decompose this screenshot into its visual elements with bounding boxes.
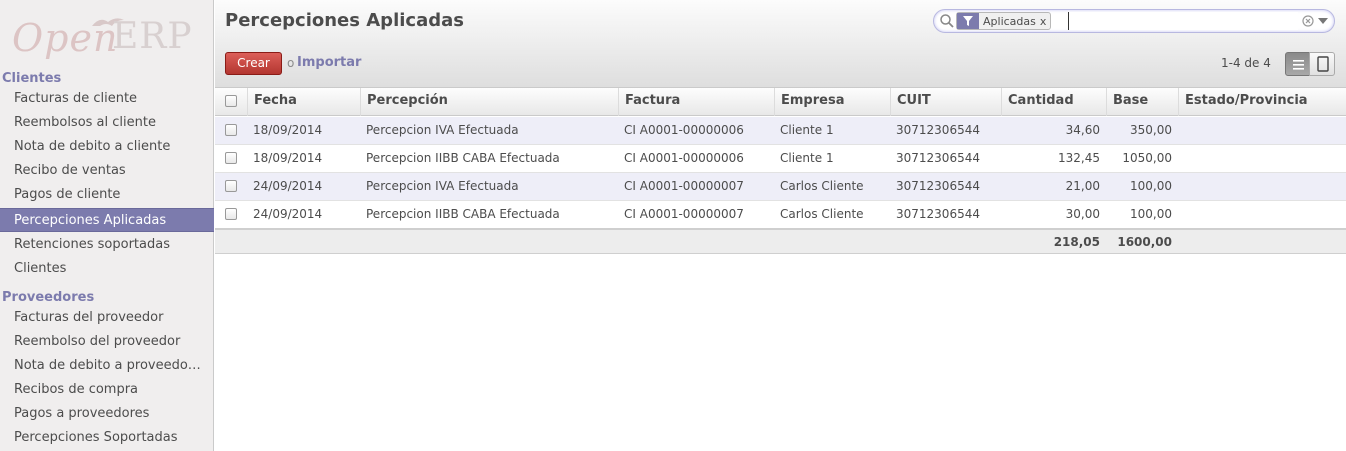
select-all-checkbox[interactable] xyxy=(225,95,237,107)
select-all-cell xyxy=(215,88,247,116)
search-input[interactable] xyxy=(1068,12,1298,30)
cell-cantidad: 30,00 xyxy=(1065,207,1100,221)
cell-factura: CI A0001-00000006 xyxy=(624,123,744,137)
cell-fecha: 18/09/2014 xyxy=(253,123,323,137)
cell-factura: CI A0001-00000007 xyxy=(624,179,744,193)
cell-empresa: Carlos Cliente xyxy=(780,179,864,193)
sidebar-item-facturas-proveedor[interactable]: Facturas del proveedor xyxy=(0,306,214,330)
clear-search-icon[interactable] xyxy=(1302,15,1314,27)
cell-percepcion: Percepcion IIBB CABA Efectuada xyxy=(366,207,560,221)
cell-percepcion: Percepcion IVA Efectuada xyxy=(366,179,519,193)
magnifier-icon[interactable] xyxy=(939,13,955,29)
column-header-cuit[interactable]: CUIT xyxy=(890,88,1001,116)
section-clientes[interactable]: Clientes xyxy=(2,71,61,86)
cell-cantidad: 34,60 xyxy=(1065,123,1100,137)
cell-percepcion: Percepcion IIBB CABA Efectuada xyxy=(366,151,560,165)
cell-fecha: 18/09/2014 xyxy=(253,151,323,165)
column-header-fecha[interactable]: Fecha xyxy=(247,88,360,116)
logo-erp-text: ERP xyxy=(112,16,193,57)
cell-factura: CI A0001-00000006 xyxy=(624,151,744,165)
cell-cuit: 30712306544 xyxy=(896,179,980,193)
sidebar-item-nota-debito-cliente[interactable]: Nota de debito a cliente xyxy=(0,135,214,159)
facet-label: Aplicadas xyxy=(983,14,1036,28)
row-checkbox[interactable] xyxy=(225,208,237,220)
sidebar-item-recibo-ventas[interactable]: Recibo de ventas xyxy=(0,159,214,183)
table-row[interactable]: 18/09/2014 Percepcion IIBB CABA Efectuad… xyxy=(215,145,1346,173)
row-checkbox[interactable] xyxy=(225,124,237,136)
or-text: o xyxy=(287,56,295,70)
sidebar-item-reembolsos-cliente[interactable]: Reembolsos al cliente xyxy=(0,111,214,135)
column-header-percepcion[interactable]: Percepción xyxy=(360,88,618,116)
cell-percepcion: Percepcion IVA Efectuada xyxy=(366,123,519,137)
search-bar[interactable]: Aplicadas x xyxy=(933,9,1335,33)
pager-value[interactable]: 1-4 de 4 xyxy=(1221,56,1271,70)
cell-fecha: 24/09/2014 xyxy=(253,179,323,193)
cell-empresa: Cliente 1 xyxy=(780,123,834,137)
column-header-empresa[interactable]: Empresa xyxy=(774,88,890,116)
cell-empresa: Cliente 1 xyxy=(780,151,834,165)
row-checkbox[interactable] xyxy=(225,152,237,164)
total-cantidad: 218,05 xyxy=(1053,235,1100,249)
sidebar-item-clientes[interactable]: Clientes xyxy=(0,257,214,281)
sidebar: Open ERP Clientes Facturas de cliente Re… xyxy=(0,0,214,451)
sidebar-item-percepciones-soportadas[interactable]: Percepciones Soportadas xyxy=(0,426,214,450)
page-title: Percepciones Aplicadas xyxy=(225,10,464,31)
sidebar-item-reembolso-proveedor[interactable]: Reembolso del proveedor xyxy=(0,330,214,354)
cell-factura: CI A0001-00000007 xyxy=(624,207,744,221)
cell-fecha: 24/09/2014 xyxy=(253,207,323,221)
form-view-button[interactable] xyxy=(1309,52,1335,76)
chevron-down-icon[interactable] xyxy=(1318,18,1328,24)
list-view-button[interactable] xyxy=(1285,52,1310,76)
sidebar-item-retenciones-soportadas[interactable]: Retenciones soportadas xyxy=(0,233,214,257)
filter-icon xyxy=(957,13,979,29)
form-icon xyxy=(1317,56,1329,72)
facet-remove-button[interactable]: x xyxy=(1040,15,1051,28)
cell-cuit: 30712306544 xyxy=(896,123,980,137)
column-header-base[interactable]: Base xyxy=(1106,88,1178,116)
column-header-cantidad[interactable]: Cantidad xyxy=(1001,88,1106,116)
sidebar-item-pagos-cliente[interactable]: Pagos de cliente xyxy=(0,183,214,207)
cell-cuit: 30712306544 xyxy=(896,207,980,221)
import-link[interactable]: Importar xyxy=(297,55,361,70)
sidebar-item-recibos-compra[interactable]: Recibos de compra xyxy=(0,378,214,402)
sidebar-item-facturas-cliente[interactable]: Facturas de cliente xyxy=(0,87,214,111)
cell-base: 1050,00 xyxy=(1122,151,1172,165)
cell-cantidad: 21,00 xyxy=(1065,179,1100,193)
sidebar-item-percepciones-aplicadas[interactable]: Percepciones Aplicadas xyxy=(0,208,214,232)
view-header: Percepciones Aplicadas Aplicadas x Crear… xyxy=(215,0,1346,88)
sidebar-item-pagos-proveedores[interactable]: Pagos a proveedores xyxy=(0,402,214,426)
create-button[interactable]: Crear xyxy=(225,52,282,75)
sidebar-item-nota-debito-proveedor[interactable]: Nota de debito a proveedo… xyxy=(0,354,214,378)
list-icon xyxy=(1293,60,1304,70)
totals-row: 218,05 1600,00 xyxy=(215,228,1346,254)
cell-cantidad: 132,45 xyxy=(1058,151,1100,165)
search-facet[interactable]: Aplicadas x xyxy=(956,12,1052,30)
cell-cuit: 30712306544 xyxy=(896,151,980,165)
column-header-factura[interactable]: Factura xyxy=(618,88,774,116)
table-header: Fecha Percepción Factura Empresa CUIT Ca… xyxy=(215,88,1346,116)
cell-base: 100,00 xyxy=(1130,179,1172,193)
total-base: 1600,00 xyxy=(1117,235,1172,249)
cell-base: 100,00 xyxy=(1130,207,1172,221)
openerp-logo[interactable]: Open ERP xyxy=(12,14,202,60)
section-proveedores[interactable]: Proveedores xyxy=(2,290,94,305)
table-row[interactable]: 18/09/2014 Percepcion IVA Efectuada CI A… xyxy=(215,117,1346,145)
row-checkbox[interactable] xyxy=(225,180,237,192)
table-row[interactable]: 24/09/2014 Percepcion IVA Efectuada CI A… xyxy=(215,173,1346,201)
table-row[interactable]: 24/09/2014 Percepcion IIBB CABA Efectuad… xyxy=(215,201,1346,229)
column-header-estado[interactable]: Estado/Provincia xyxy=(1178,88,1346,116)
cell-base: 350,00 xyxy=(1130,123,1172,137)
cell-empresa: Carlos Cliente xyxy=(780,207,864,221)
